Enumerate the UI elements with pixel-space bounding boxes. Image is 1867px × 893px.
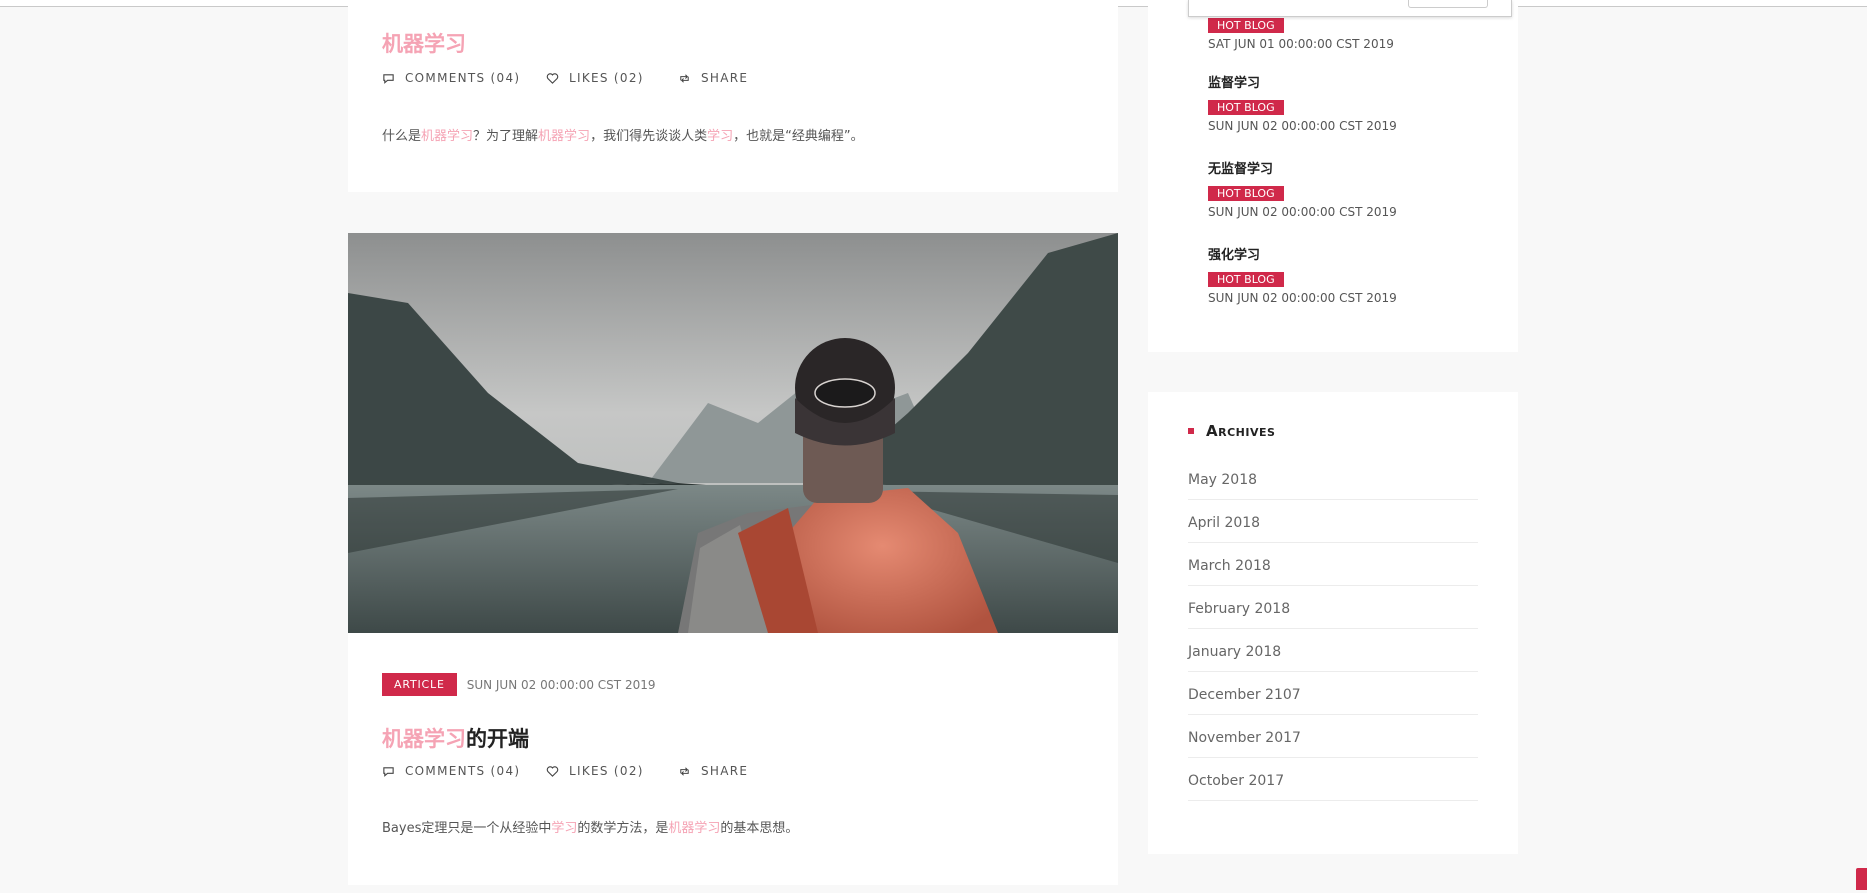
archive-link[interactable]: April 2018 [1188, 500, 1478, 543]
share-link[interactable]: SHARE [678, 764, 748, 778]
popular-post-item[interactable]: 无监督学习 HOT BLOG SUN JUN 02 00:00:00 CST 2… [1208, 158, 1397, 219]
comments-link[interactable]: COMMENTS (04) [382, 71, 520, 85]
heart-icon [546, 765, 559, 777]
post-card: ARTICLE SUN JUN 02 00:00:00 CST 2019 机器学… [348, 233, 1118, 885]
comments-link[interactable]: COMMENTS (04) [382, 764, 520, 778]
post-excerpt: 什么是机器学习？为了理解机器学习，我们得先谈谈人类学习，也就是“经典编程”。 [382, 129, 864, 144]
popular-post-title[interactable]: 监督学习 [1208, 72, 1397, 92]
archive-link[interactable]: March 2018 [1188, 543, 1478, 586]
hot-blog-badge: HOT BLOG [1208, 186, 1284, 201]
comment-icon [383, 73, 394, 84]
post-featured-image[interactable] [348, 233, 1118, 633]
popular-post-item[interactable]: HOT BLOG SAT JUN 01 00:00:00 CST 2019 [1208, 14, 1394, 51]
category-tag[interactable]: ARTICLE [382, 673, 457, 696]
archive-link[interactable]: February 2018 [1188, 586, 1478, 629]
hot-blog-badge: HOT BLOG [1208, 18, 1284, 33]
post-date: SUN JUN 02 00:00:00 CST 2019 [466, 677, 656, 692]
archives-heading: Archives [1188, 422, 1275, 440]
heading-square-icon [1188, 428, 1194, 434]
likes-link[interactable]: LIKES (02) [546, 764, 644, 778]
share-link[interactable]: SHARE [678, 71, 748, 85]
heart-icon [546, 72, 559, 84]
popular-post-date: SUN JUN 02 00:00:00 CST 2019 [1208, 205, 1397, 219]
comment-icon [383, 766, 394, 777]
hot-blog-badge: HOT BLOG [1208, 100, 1284, 115]
popular-post-title[interactable]: 无监督学习 [1208, 158, 1397, 178]
archive-link[interactable]: November 2017 [1188, 715, 1478, 758]
post-card: 机器学习 COMMENTS (04) LIKES (02) SHARE 什么是机… [348, 0, 1118, 192]
popular-post-item[interactable]: 监督学习 HOT BLOG SUN JUN 02 00:00:00 CST 20… [1208, 72, 1397, 133]
archive-link[interactable]: May 2018 [1188, 457, 1478, 500]
archive-link[interactable]: December 2107 [1188, 672, 1478, 715]
popular-posts-widget: HOT BLOG SAT JUN 01 00:00:00 CST 2019 监督… [1148, 0, 1518, 352]
post-tag-row: ARTICLE SUN JUN 02 00:00:00 CST 2019 [382, 673, 655, 696]
lake-mountain-photo [348, 233, 1118, 633]
archives-list: May 2018 April 2018 March 2018 February … [1188, 457, 1478, 801]
archive-link[interactable]: January 2018 [1188, 629, 1478, 672]
dropdown-button-edge[interactable] [1408, 0, 1488, 8]
popular-post-item[interactable]: 强化学习 HOT BLOG SUN JUN 02 00:00:00 CST 20… [1208, 244, 1397, 305]
post-title[interactable]: 机器学习的开端 [382, 723, 529, 753]
archives-widget: Archives May 2018 April 2018 March 2018 … [1148, 392, 1518, 854]
popular-post-date: SUN JUN 02 00:00:00 CST 2019 [1208, 119, 1397, 133]
archive-link[interactable]: October 2017 [1188, 758, 1478, 801]
likes-link[interactable]: LIKES (02) [546, 71, 644, 85]
post-title[interactable]: 机器学习 [382, 28, 466, 58]
back-to-top-button[interactable] [1856, 868, 1867, 890]
popular-post-date: SUN JUN 02 00:00:00 CST 2019 [1208, 291, 1397, 305]
post-excerpt: Bayes定理只是一个从经验中学习的数学方法，是机器学习的基本思想。 [382, 821, 799, 836]
hot-blog-badge: HOT BLOG [1208, 272, 1284, 287]
retweet-icon [680, 766, 689, 776]
retweet-icon [680, 73, 689, 83]
popular-post-date: SAT JUN 01 00:00:00 CST 2019 [1208, 37, 1394, 51]
popular-post-title[interactable]: 强化学习 [1208, 244, 1397, 264]
